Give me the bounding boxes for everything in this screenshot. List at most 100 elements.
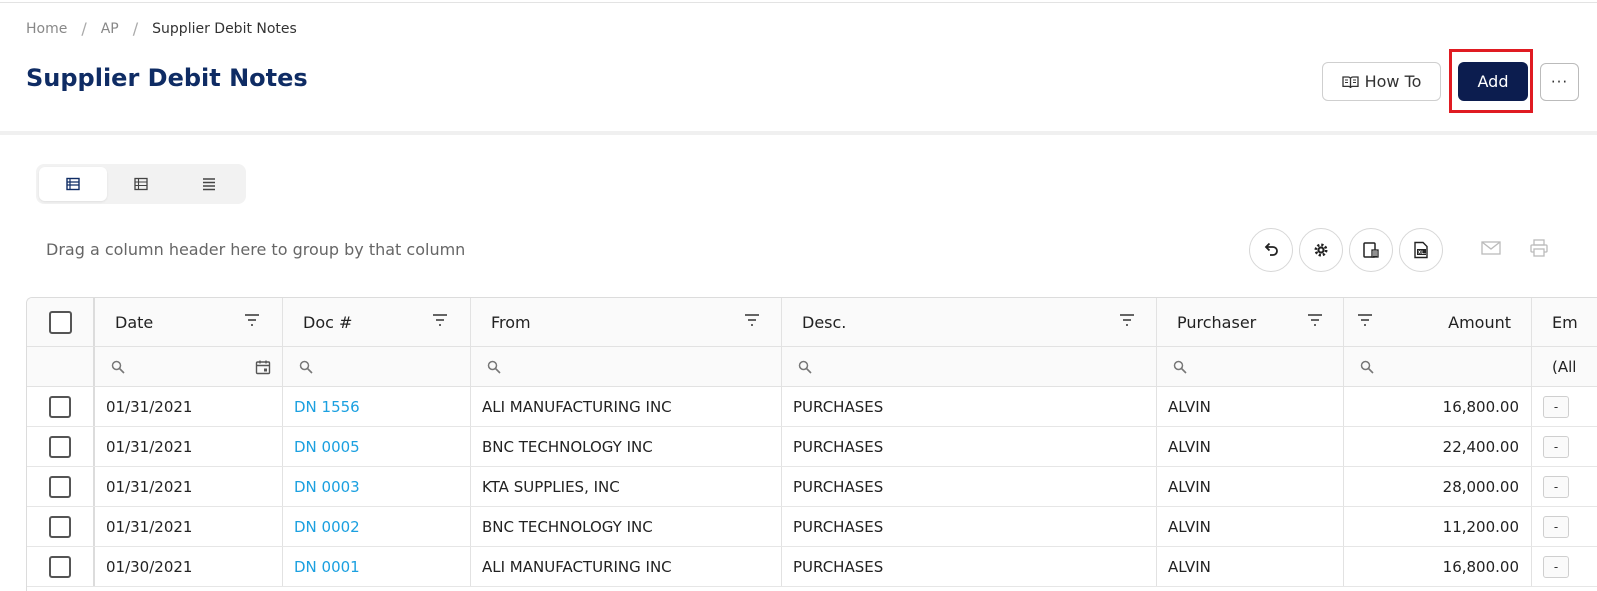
view-toggle	[36, 164, 246, 204]
column-header-from[interactable]: From	[471, 298, 782, 346]
doc-link[interactable]: DN 1556	[294, 398, 360, 416]
column-header-doc[interactable]: Doc #	[283, 298, 471, 346]
calendar-icon[interactable]	[255, 359, 271, 375]
more-options-button[interactable]: ···	[1540, 63, 1579, 101]
filter-amount-input[interactable]	[1344, 347, 1532, 386]
breadcrumb-separator: /	[132, 19, 139, 38]
filter-purchaser-input[interactable]	[1157, 347, 1344, 386]
cell-amount: 16,800.00	[1344, 387, 1532, 426]
filter-date-input[interactable]	[95, 347, 283, 386]
email-status-button[interactable]: -	[1543, 555, 1569, 578]
filter-email-select[interactable]: (All	[1532, 347, 1597, 386]
search-icon	[111, 360, 125, 374]
row-select-cell	[27, 547, 95, 586]
table-row[interactable]: 01/31/2021 DN 0003 KTA SUPPLIES, INC PUR…	[27, 467, 1597, 507]
export-excel-button[interactable]	[1399, 228, 1443, 272]
email-status-button[interactable]: -	[1543, 435, 1569, 458]
search-icon	[798, 360, 812, 374]
breadcrumb-current: Supplier Debit Notes	[152, 20, 297, 37]
filter-doc-input[interactable]	[283, 347, 471, 386]
cell-amount: 16,800.00	[1344, 547, 1532, 586]
column-label: Em	[1552, 312, 1578, 332]
amount-value: 22,400.00	[1442, 437, 1519, 456]
column-header-amount[interactable]: Amount	[1344, 298, 1532, 346]
breadcrumb-home[interactable]: Home	[26, 21, 67, 37]
amount-value: 28,000.00	[1442, 477, 1519, 496]
row-checkbox[interactable]	[49, 435, 71, 458]
filter-icon[interactable]	[1356, 312, 1374, 328]
row-checkbox[interactable]	[49, 515, 71, 538]
amount-value: 16,800.00	[1442, 397, 1519, 416]
breadcrumb: Home / AP / Supplier Debit Notes	[26, 19, 297, 38]
column-header-desc[interactable]: Desc.	[782, 298, 1157, 346]
table-row[interactable]: 01/31/2021 DN 1556 ALI MANUFACTURING INC…	[27, 387, 1597, 427]
column-header-email[interactable]: Em	[1532, 298, 1597, 346]
doc-link[interactable]: DN 0002	[294, 518, 360, 536]
view-compact-button[interactable]	[175, 167, 243, 201]
cell-doc: DN 0003	[283, 467, 471, 506]
row-select-cell	[27, 467, 95, 506]
cell-from: BNC TECHNOLOGY INC	[471, 507, 782, 546]
cell-email: -	[1532, 547, 1597, 586]
row-checkbox[interactable]	[49, 475, 71, 498]
filter-desc-input[interactable]	[782, 347, 1157, 386]
cell-desc: PURCHASES	[782, 427, 1157, 466]
table-row[interactable]: 01/30/2021 DN 0001 ALI MANUFACTURING INC…	[27, 547, 1597, 587]
doc-link[interactable]: DN 0001	[294, 558, 360, 576]
debit-notes-grid: Date Doc # From Desc. Purchaser Amount E…	[26, 297, 1597, 591]
header-separator	[0, 131, 1597, 135]
settings-button[interactable]	[1299, 228, 1343, 272]
table-row[interactable]: 01/31/2021 DN 0002 BNC TECHNOLOGY INC PU…	[27, 507, 1597, 547]
search-icon	[487, 360, 501, 374]
select-all-cell	[27, 298, 95, 346]
settings-icon	[1314, 243, 1328, 257]
column-header-date[interactable]: Date	[95, 298, 283, 346]
row-checkbox[interactable]	[49, 395, 71, 418]
filter-icon[interactable]	[1118, 312, 1136, 328]
column-label: Desc.	[802, 312, 847, 332]
email-button[interactable]	[1480, 238, 1502, 258]
cell-date: 01/30/2021	[95, 547, 283, 586]
filter-icon[interactable]	[1306, 312, 1324, 328]
filter-icon[interactable]	[743, 312, 761, 328]
filter-icon[interactable]	[431, 312, 449, 328]
cell-date: 01/31/2021	[95, 387, 283, 426]
email-status-button[interactable]: -	[1543, 515, 1569, 538]
undo-button[interactable]	[1249, 228, 1293, 272]
search-icon	[299, 360, 313, 374]
add-button[interactable]: Add	[1458, 62, 1528, 101]
top-divider	[0, 2, 1597, 3]
page-title: Supplier Debit Notes	[26, 64, 308, 92]
row-checkbox[interactable]	[49, 555, 71, 578]
column-chooser-button[interactable]	[1349, 228, 1393, 272]
cell-desc: PURCHASES	[782, 387, 1157, 426]
more-icon: ···	[1550, 73, 1569, 91]
print-button[interactable]	[1528, 238, 1550, 258]
column-label: Doc #	[303, 312, 353, 332]
doc-link[interactable]: DN 0003	[294, 478, 360, 496]
cell-amount: 28,000.00	[1344, 467, 1532, 506]
column-header-purchaser[interactable]: Purchaser	[1157, 298, 1344, 346]
view-grid-button[interactable]	[107, 167, 175, 201]
cell-amount: 11,200.00	[1344, 507, 1532, 546]
filter-email-value: (All	[1552, 357, 1577, 376]
table-row[interactable]: 01/31/2021 DN 0005 BNC TECHNOLOGY INC PU…	[27, 427, 1597, 467]
doc-link[interactable]: DN 0005	[294, 438, 360, 456]
print-icon	[1530, 239, 1548, 257]
filter-icon[interactable]	[243, 312, 261, 328]
cell-doc: DN 0001	[283, 547, 471, 586]
cell-email: -	[1532, 467, 1597, 506]
breadcrumb-ap[interactable]: AP	[101, 21, 119, 37]
email-status-button[interactable]: -	[1543, 395, 1569, 418]
how-to-label: How To	[1364, 72, 1422, 91]
cell-purchaser: ALVIN	[1157, 427, 1344, 466]
how-to-button[interactable]: How To	[1322, 62, 1441, 101]
filter-from-input[interactable]	[471, 347, 782, 386]
select-all-checkbox[interactable]	[48, 310, 72, 334]
row-select-cell	[27, 507, 95, 546]
grid-view-icon	[134, 177, 148, 191]
email-status-button[interactable]: -	[1543, 475, 1569, 498]
view-list-button[interactable]	[39, 167, 107, 201]
breadcrumb-separator: /	[81, 19, 87, 38]
cell-date: 01/31/2021	[95, 507, 283, 546]
